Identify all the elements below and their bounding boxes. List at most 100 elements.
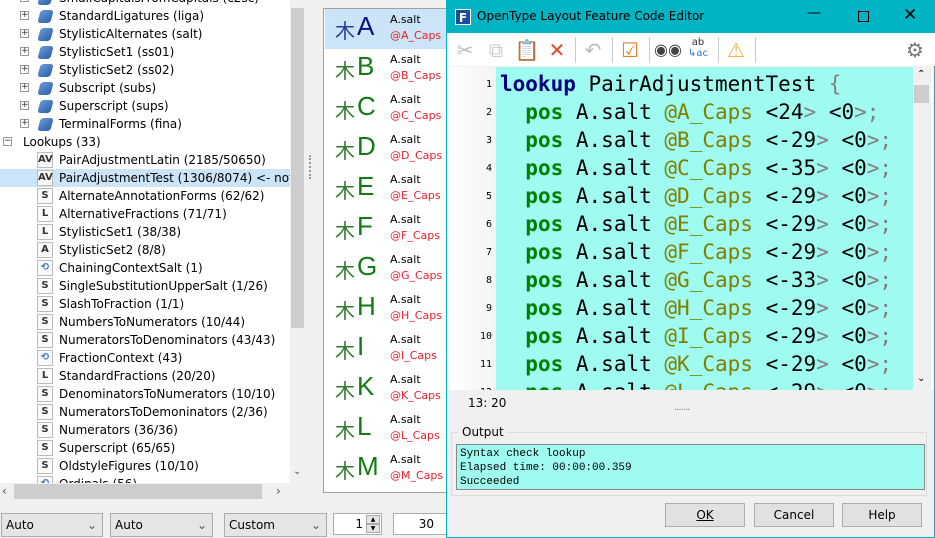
minimize-icon[interactable]: —: [807, 5, 821, 21]
tree-item-lookup[interactable]: L StylisticSet1 (38/38): [0, 223, 290, 241]
tree-item-lookup[interactable]: AV PairAdjustmentLatin (2185/50650): [0, 151, 290, 169]
cut-icon[interactable]: ✂: [452, 37, 478, 63]
collapse-icon[interactable]: −: [3, 137, 12, 146]
tree-item-lookup[interactable]: ⟲ Ordinals (56): [0, 475, 290, 483]
undo-icon[interactable]: ↶: [580, 37, 606, 63]
code-line: pos A.salt @F_Caps <-29> <0>;: [525, 240, 893, 264]
glyph-class: @H_Caps: [390, 309, 442, 322]
scroll-thumb[interactable]: [291, 8, 304, 328]
spinner-2[interactable]: 30: [393, 513, 453, 535]
tree-item-feature[interactable]: + Subscript (subs): [0, 79, 290, 97]
expand-icon[interactable]: +: [20, 65, 29, 74]
glyph-pair-row[interactable]: ⽊ K A.salt @K_Caps: [325, 369, 447, 409]
tree-item-lookup[interactable]: S NumbersToNumerators (10/44): [0, 313, 290, 331]
tree-item-lookup[interactable]: S SlashToFraction (1/1): [0, 295, 290, 313]
warning-icon[interactable]: ⚠: [723, 37, 749, 63]
scroll-up-icon[interactable]: ⌃: [917, 69, 925, 80]
help-button[interactable]: Help: [842, 503, 922, 527]
spinner-1[interactable]: 1 ▲ ▼: [333, 513, 382, 535]
replace-icon[interactable]: ab ↳ac: [685, 37, 711, 63]
paste-icon[interactable]: 📋: [514, 37, 540, 63]
code-line: pos A.salt @K_Caps <-29> <0>;: [525, 352, 893, 376]
tree-item-feature[interactable]: + TerminalForms (fina): [0, 115, 290, 133]
code-editor[interactable]: 123456789101112 lookup PairAdjustmentTes…: [447, 67, 934, 390]
scroll-thumb[interactable]: [14, 484, 262, 499]
tree-item-lookup[interactable]: A StylisticSet2 (8/8): [0, 241, 290, 259]
expand-icon[interactable]: +: [20, 11, 29, 20]
scroll-down-icon[interactable]: ⌄: [293, 466, 301, 477]
close-icon[interactable]: ✕: [903, 5, 917, 25]
tree-item-feature[interactable]: + StylisticSet1 (ss01): [0, 43, 290, 61]
select-1[interactable]: Auto ⌄: [1, 513, 103, 537]
tree-item-lookup[interactable]: L StandardFractions (20/20): [0, 367, 290, 385]
scroll-down-icon[interactable]: ⌄: [917, 373, 925, 384]
tree-item-lookup[interactable]: L AlternativeFractions (71/71): [0, 205, 290, 223]
code-area[interactable]: lookup PairAdjustmentTest { pos A.salt @…: [496, 67, 913, 390]
editor-scrollbar[interactable]: ⌃ ⌄: [913, 67, 931, 390]
delete-icon[interactable]: ✕: [544, 37, 570, 63]
tree-item-lookup[interactable]: ⟲ FractionContext (43): [0, 349, 290, 367]
feature-code-editor-dialog: F OpenType Layout Feature Code Editor — …: [446, 0, 935, 538]
splitter-handle[interactable]: ·······: [674, 405, 690, 416]
tree-item-lookup[interactable]: S Numerators (36/36): [0, 421, 290, 439]
tree-item-feature[interactable]: + StylisticSet2 (ss02): [0, 61, 290, 79]
select-3[interactable]: Custom ⌄: [224, 513, 327, 537]
glyph-pair-row[interactable]: ⽊ M A.salt @M_Caps: [325, 449, 447, 489]
tree-item-label: StylisticAlternates (salt): [59, 27, 203, 41]
cancel-button[interactable]: Cancel: [754, 503, 834, 527]
expand-icon[interactable]: +: [20, 83, 29, 92]
glyph-pair-row[interactable]: ⽊ C A.salt @C_Caps: [325, 89, 447, 129]
tree-item-lookup[interactable]: S DenominatorsToNumerators (10/10): [0, 385, 290, 403]
tree-item-lookup[interactable]: S NumeratorsToDenominators (43/43): [0, 331, 290, 349]
keyword: pos: [525, 268, 564, 292]
tree-item-feature[interactable]: + Superscript (sups): [0, 97, 290, 115]
expand-icon[interactable]: +: [20, 101, 29, 110]
expand-icon[interactable]: +: [20, 29, 29, 38]
feature-tree[interactable]: + SmallCapitalsFromCapitals (c2sc) + Standa…: [0, 0, 290, 483]
tree-item-feature[interactable]: + SmallCapitalsFromCapitals (c2sc): [0, 0, 290, 7]
tree-item-lookup[interactable]: ⟲ ChainingContextSalt (1): [0, 259, 290, 277]
tree-item-lookup[interactable]: AV PairAdjustmentTest (1306/8074) <- not …: [0, 169, 290, 187]
line-number: 2: [485, 107, 492, 118]
glyph-pair-row[interactable]: ⽊ E A.salt @E_Caps: [325, 169, 447, 209]
splitter-handle[interactable]: [309, 155, 311, 179]
tree-vertical-scrollbar[interactable]: ⌄: [290, 0, 305, 483]
glyph-pair-row[interactable]: ⽊ A A.salt @A_Caps: [325, 9, 447, 49]
scroll-left-icon[interactable]: ‹: [2, 484, 7, 498]
spin-down-icon[interactable]: ▼: [366, 524, 380, 533]
scroll-right-icon[interactable]: ›: [276, 484, 281, 498]
find-icon[interactable]: ◉◉: [654, 37, 682, 63]
tree-item-lookup[interactable]: S SingleSubstitutionUpperSalt (1/26): [0, 277, 290, 295]
tree-horizontal-scrollbar[interactable]: ‹ ›: [0, 483, 305, 500]
tree-item-lookup[interactable]: S Superscript (65/65): [0, 439, 290, 457]
spin-up-icon[interactable]: ▲: [366, 515, 380, 524]
expand-icon[interactable]: +: [20, 119, 29, 128]
tree-item-lookup[interactable]: S OldstyleFigures (10/10): [0, 457, 290, 475]
tree-item-lookup[interactable]: S NumeratorsToDemoninators (2/36): [0, 403, 290, 421]
tree-item-lookups[interactable]: − Lookups (33): [0, 133, 290, 151]
tree-item-feature[interactable]: + StylisticAlternates (salt): [0, 25, 290, 43]
ok-button[interactable]: OK: [665, 503, 745, 527]
tree-item-feature[interactable]: + StandardLigatures (liga): [0, 7, 290, 25]
title-bar[interactable]: F OpenType Layout Feature Code Editor — …: [447, 1, 935, 33]
maximize-icon[interactable]: [858, 11, 869, 22]
expand-icon[interactable]: +: [20, 47, 29, 56]
glyph-pair-row[interactable]: ⽊ H A.salt @H_Caps: [325, 289, 447, 329]
output-text[interactable]: Syntax check lookup Elapsed time: 00:00:…: [456, 444, 925, 490]
glyph-pair-row[interactable]: ⽊ F A.salt @F_Caps: [325, 209, 447, 249]
scroll-thumb[interactable]: [914, 85, 929, 103]
check-syntax-icon[interactable]: ☑: [617, 37, 643, 63]
tree-item-lookup[interactable]: S AlternateAnnotationForms (62/62): [0, 187, 290, 205]
glyph-class: @I_Caps: [390, 349, 437, 362]
expand-icon[interactable]: +: [20, 0, 29, 2]
glyph-pair-row[interactable]: ⽊ L A.salt @L_Caps: [325, 409, 447, 449]
glyph-pair-row[interactable]: ⽊ G A.salt @G_Caps: [325, 249, 447, 289]
glyph-list[interactable]: ⽊ A A.salt @A_Caps ⽊ B A.salt @B_Caps ⽊ C A.salt @C…: [323, 8, 448, 493]
glyph-pair-row[interactable]: ⽊ I A.salt @I_Caps: [325, 329, 447, 369]
select-2[interactable]: Auto ⌄: [110, 513, 213, 537]
copy-icon[interactable]: ⧉: [483, 37, 509, 63]
glyph-pair-row[interactable]: ⽊ D A.salt @D_Caps: [325, 129, 447, 169]
feature-icon: [37, 64, 54, 77]
settings-icon[interactable]: ⚙: [902, 37, 928, 63]
glyph-pair-row[interactable]: ⽊ B A.salt @B_Caps: [325, 49, 447, 89]
